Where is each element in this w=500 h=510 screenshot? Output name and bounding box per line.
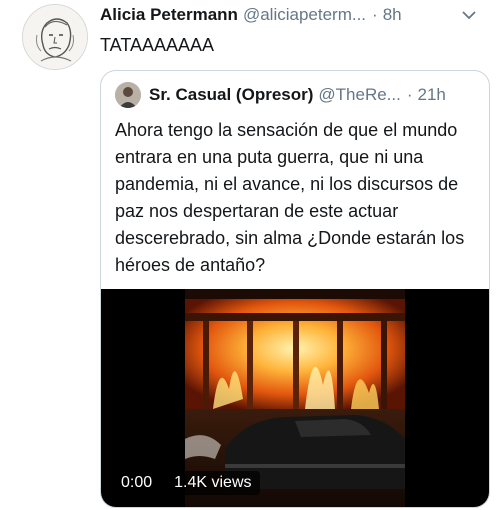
tweet-text: TATAAAAAAA — [100, 35, 215, 55]
author-handle[interactable]: @aliciapeterm... — [243, 5, 366, 25]
quoted-tweet-card[interactable]: Sr. Casual (Opresor) @TheRe... · 21h Aho… — [100, 70, 490, 508]
video-player[interactable]: 0:00 1.4K views — [101, 289, 489, 507]
tweet-header: Alicia Petermann @aliciapeterm... · 8h — [100, 4, 486, 26]
tweet-timestamp[interactable]: 8h — [383, 5, 402, 25]
quoted-timestamp: 21h — [417, 85, 446, 104]
sketch-portrait-icon — [23, 5, 87, 69]
quoted-author-name: Sr. Casual (Opresor) — [149, 85, 314, 104]
author-avatar[interactable] — [22, 4, 88, 70]
video-view-count: 1.4K views — [166, 471, 260, 495]
quoted-tweet-header: Sr. Casual (Opresor) @TheRe... · 21h — [115, 81, 479, 109]
quoted-author-avatar — [115, 82, 141, 108]
chevron-down-icon[interactable] — [460, 6, 478, 24]
video-overlay-badges: 0:00 1.4K views — [113, 471, 260, 495]
time-separator: · — [372, 5, 378, 24]
quoted-author-handle: @TheRe... — [318, 85, 401, 104]
author-name[interactable]: Alicia Petermann — [100, 5, 238, 25]
quoted-time-separator: · — [406, 85, 413, 104]
video-duration: 0:00 — [113, 471, 161, 495]
quoted-tweet-text: Ahora tengo la sensación de que el mundo… — [115, 120, 465, 275]
person-avatar-icon — [115, 82, 141, 108]
